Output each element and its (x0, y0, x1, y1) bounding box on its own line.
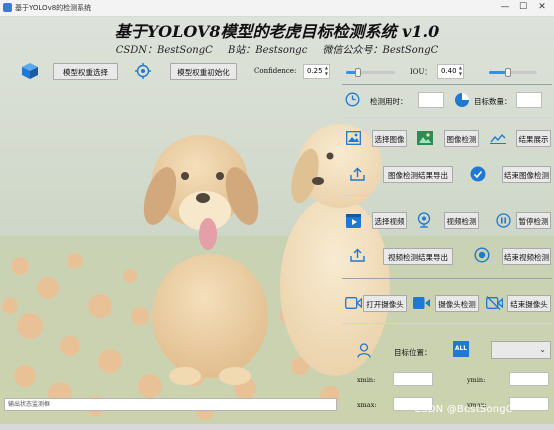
pause-detect-button[interactable]: 暂停检测 (516, 212, 551, 229)
divider (342, 278, 552, 279)
minimize-button[interactable]: — (497, 1, 513, 14)
show-result-button[interactable]: 结果展示 (516, 130, 551, 147)
wechat-label: 微信公众号：BestSongC (322, 45, 439, 56)
camera-icon[interactable] (345, 297, 362, 309)
cube-icon[interactable] (21, 62, 39, 80)
window-titlebar: 基于YOLOv8的检测系统 — ☐ ✕ (0, 0, 554, 17)
init-model-button[interactable]: 模型权重初始化 (170, 63, 237, 80)
target-count-label: 目标数量： (474, 97, 512, 106)
detect-time-label: 检测用时： (370, 97, 408, 106)
video-file-icon[interactable] (346, 214, 361, 228)
target-select[interactable]: ⌄ (491, 341, 551, 359)
camera-icon[interactable] (413, 297, 430, 309)
select-video-button[interactable]: 选择视频 (372, 212, 407, 229)
export-image-result-button[interactable]: 图像检测结果导出 (383, 166, 453, 183)
close-button[interactable]: ✕ (534, 1, 550, 14)
csdn-label: CSDN：BestSongC (115, 45, 213, 56)
camera-off-icon[interactable] (486, 296, 503, 310)
iou-value: 0.40 (441, 67, 457, 75)
spin-arrows-icon[interactable]: ▲ ▼ (459, 65, 462, 77)
iou-spinbox[interactable]: 0.40 ▲ ▼ (437, 64, 464, 79)
chart-icon[interactable] (490, 132, 506, 144)
stop-camera-button[interactable]: 结束摄像头 (507, 295, 551, 312)
target-position-label: 目标位置： (394, 348, 432, 357)
iou-slider-handle[interactable] (505, 68, 512, 77)
xmin-label: xmin: (357, 376, 376, 384)
divider (342, 84, 552, 85)
iou-label: IOU： (410, 68, 432, 76)
select-model-button[interactable]: 模型权重选择 (53, 63, 118, 80)
divider (342, 195, 552, 196)
confidence-spinbox[interactable]: 0.25 ▲ ▼ (303, 64, 330, 79)
ymin-label: ymin: (467, 376, 486, 384)
ymax-field (509, 397, 549, 411)
picture-scan-icon[interactable] (417, 131, 433, 145)
author-info: CSDN：BestSongC B站：Bestsongc 微信公众号：BestSo… (0, 41, 554, 56)
spin-arrows-icon[interactable]: ▲ ▼ (325, 65, 328, 77)
divider (342, 323, 552, 324)
pause-icon[interactable] (496, 213, 511, 228)
image-icon[interactable] (346, 131, 361, 145)
confidence-value: 0.25 (307, 67, 323, 75)
stop-image-detect-button[interactable]: 结束图像检测 (502, 166, 551, 183)
chevron-down-icon[interactable]: ⌄ (539, 345, 546, 354)
camera-detect-button[interactable]: 摄像头检测 (435, 295, 479, 312)
detect-image-button[interactable]: 图像检测 (444, 130, 479, 147)
confidence-label: Confidence: (254, 67, 297, 75)
divider (342, 117, 552, 118)
watermark: CSDN @BestSongC (414, 404, 513, 415)
maximize-button[interactable]: ☐ (515, 1, 531, 14)
webcam-icon[interactable] (417, 212, 431, 228)
person-icon (357, 343, 371, 358)
bottom-border (0, 424, 554, 430)
window-title: 基于YOLOv8的检测系统 (15, 4, 92, 12)
detect-video-button[interactable]: 视频检测 (444, 212, 479, 229)
iou-slider[interactable] (489, 68, 537, 77)
detect-time-field (418, 92, 444, 108)
bilibili-label: B站：Bestsongc (227, 45, 308, 56)
upload-icon[interactable] (350, 248, 365, 262)
confidence-slider[interactable] (346, 68, 395, 77)
stop-circle-icon[interactable] (474, 247, 490, 263)
all-icon: ALL (453, 341, 469, 357)
app-icon (3, 3, 12, 12)
xmax-label: xmax: (357, 401, 377, 409)
target-icon[interactable] (135, 63, 151, 79)
xmin-field (393, 372, 433, 386)
export-video-result-button[interactable]: 视频检测结果导出 (383, 248, 453, 265)
upload-icon[interactable] (350, 167, 365, 181)
check-circle-icon[interactable] (470, 166, 486, 182)
select-image-button[interactable]: 选择图像 (372, 130, 407, 147)
open-camera-button[interactable]: 打开摄像头 (363, 295, 407, 312)
app-title: 基于YOLOV8模型的老虎目标检测系统 v1.0 (114, 22, 440, 41)
confidence-slider-handle[interactable] (355, 68, 362, 77)
status-output-box[interactable]: 输出状态监测框 (4, 398, 337, 411)
clock-icon (345, 92, 360, 107)
ymin-field (509, 372, 549, 386)
stop-video-detect-button[interactable]: 结束视频检测 (502, 248, 551, 265)
target-count-field (516, 92, 542, 108)
pie-icon (455, 93, 469, 107)
